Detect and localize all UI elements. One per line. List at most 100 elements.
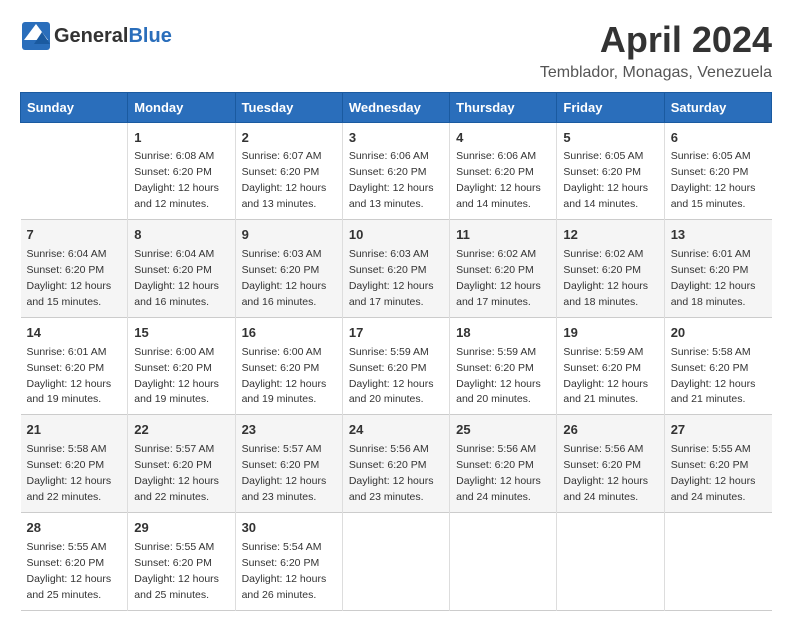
day-cell: 28 Sunrise: 5:55 AM Sunset: 6:20 PM Dayli…: [21, 512, 128, 610]
day-detail: Sunrise: 6:06 AM Sunset: 6:20 PM Dayligh…: [456, 150, 541, 210]
day-cell: 11Sunrise: 6:02 AM Sunset: 6:20 PM Dayli…: [450, 220, 557, 318]
day-number: 28: [27, 519, 122, 538]
column-header-wednesday: Wednesday: [342, 92, 449, 122]
day-number: 5: [563, 129, 657, 148]
day-detail: Sunrise: 6:01 AM Sunset: 6:20 PM Dayligh…: [671, 248, 756, 308]
day-cell: 4Sunrise: 6:06 AM Sunset: 6:20 PM Daylig…: [450, 122, 557, 220]
day-detail: Sunrise: 5:59 AM Sunset: 6:20 PM Dayligh…: [563, 346, 648, 406]
day-cell: 25 Sunrise: 5:56 AM Sunset: 6:20 PM Dayli…: [450, 415, 557, 513]
day-cell: 22 Sunrise: 5:57 AM Sunset: 6:20 PM Dayli…: [128, 415, 235, 513]
day-detail: Sunrise: 5:59 AM Sunset: 6:20 PM Dayligh…: [349, 346, 434, 406]
day-cell: 8 Sunrise: 6:04 AM Sunset: 6:20 PM Daylig…: [128, 220, 235, 318]
day-cell: 9 Sunrise: 6:03 AM Sunset: 6:20 PM Daylig…: [235, 220, 342, 318]
column-header-monday: Monday: [128, 92, 235, 122]
day-number: 10: [349, 226, 443, 245]
day-cell: 7 Sunrise: 6:04 AM Sunset: 6:20 PM Daylig…: [21, 220, 128, 318]
day-cell: 6 Sunrise: 6:05 AM Sunset: 6:20 PM Daylig…: [664, 122, 771, 220]
day-cell: 16 Sunrise: 6:00 AM Sunset: 6:20 PM Dayli…: [235, 317, 342, 415]
day-detail: Sunrise: 5:55 AM Sunset: 6:20 PM Dayligh…: [27, 541, 112, 601]
day-detail: Sunrise: 6:01 AM Sunset: 6:20 PM Dayligh…: [27, 346, 112, 406]
day-number: 24: [349, 421, 443, 440]
column-header-tuesday: Tuesday: [235, 92, 342, 122]
day-cell: 12Sunrise: 6:02 AM Sunset: 6:20 PM Dayli…: [557, 220, 664, 318]
column-header-sunday: Sunday: [21, 92, 128, 122]
day-detail: Sunrise: 6:02 AM Sunset: 6:20 PM Dayligh…: [563, 248, 648, 308]
day-detail: Sunrise: 6:05 AM Sunset: 6:20 PM Dayligh…: [671, 150, 756, 210]
day-detail: Sunrise: 5:59 AM Sunset: 6:20 PM Dayligh…: [456, 346, 541, 406]
logo-general: General: [54, 25, 128, 48]
day-cell: 15Sunrise: 6:00 AM Sunset: 6:20 PM Dayli…: [128, 317, 235, 415]
day-cell: [664, 512, 771, 610]
day-number: 16: [242, 324, 336, 343]
column-header-saturday: Saturday: [664, 92, 771, 122]
day-number: 23: [242, 421, 336, 440]
logo-icon: [20, 20, 52, 52]
day-detail: Sunrise: 5:54 AM Sunset: 6:20 PM Dayligh…: [242, 541, 327, 601]
day-number: 9: [242, 226, 336, 245]
day-number: 30: [242, 519, 336, 538]
day-detail: Sunrise: 6:04 AM Sunset: 6:20 PM Dayligh…: [134, 248, 219, 308]
page-header: General Blue April 2024 Temblador, Monag…: [20, 20, 772, 82]
day-detail: Sunrise: 6:03 AM Sunset: 6:20 PM Dayligh…: [349, 248, 434, 308]
day-number: 15: [134, 324, 228, 343]
day-number: 25: [456, 421, 550, 440]
location-subtitle: Temblador, Monagas, Venezuela: [540, 64, 772, 82]
day-detail: Sunrise: 5:56 AM Sunset: 6:20 PM Dayligh…: [456, 443, 541, 503]
day-cell: 27Sunrise: 5:55 AM Sunset: 6:20 PM Dayli…: [664, 415, 771, 513]
day-detail: Sunrise: 6:07 AM Sunset: 6:20 PM Dayligh…: [242, 150, 327, 210]
column-header-thursday: Thursday: [450, 92, 557, 122]
day-detail: Sunrise: 5:57 AM Sunset: 6:20 PM Dayligh…: [134, 443, 219, 503]
day-cell: 19 Sunrise: 5:59 AM Sunset: 6:20 PM Dayli…: [557, 317, 664, 415]
day-number: 19: [563, 324, 657, 343]
day-number: 8: [134, 226, 228, 245]
day-cell: [342, 512, 449, 610]
day-cell: 2 Sunrise: 6:07 AM Sunset: 6:20 PM Daylig…: [235, 122, 342, 220]
day-number: 3: [349, 129, 443, 148]
day-number: 22: [134, 421, 228, 440]
day-number: 2: [242, 129, 336, 148]
day-number: 7: [27, 226, 122, 245]
day-detail: Sunrise: 5:57 AM Sunset: 6:20 PM Dayligh…: [242, 443, 327, 503]
title-block: April 2024 Temblador, Monagas, Venezuela: [540, 20, 772, 82]
day-detail: Sunrise: 6:00 AM Sunset: 6:20 PM Dayligh…: [242, 346, 327, 406]
day-number: 21: [27, 421, 122, 440]
week-row-5: 28 Sunrise: 5:55 AM Sunset: 6:20 PM Dayli…: [21, 512, 772, 610]
day-number: 14: [27, 324, 122, 343]
day-cell: 17Sunrise: 5:59 AM Sunset: 6:20 PM Dayli…: [342, 317, 449, 415]
week-row-1: 1 Sunrise: 6:08 AM Sunset: 6:20 PM Daylig…: [21, 122, 772, 220]
day-cell: 5 Sunrise: 6:05 AM Sunset: 6:20 PM Daylig…: [557, 122, 664, 220]
logo: General Blue: [20, 20, 172, 52]
day-cell: [450, 512, 557, 610]
day-cell: 13 Sunrise: 6:01 AM Sunset: 6:20 PM Dayli…: [664, 220, 771, 318]
day-number: 20: [671, 324, 766, 343]
day-number: 18: [456, 324, 550, 343]
calendar-header-row: SundayMondayTuesdayWednesdayThursdayFrid…: [21, 92, 772, 122]
day-detail: Sunrise: 5:58 AM Sunset: 6:20 PM Dayligh…: [27, 443, 112, 503]
day-detail: Sunrise: 6:08 AM Sunset: 6:20 PM Dayligh…: [134, 150, 219, 210]
day-cell: [21, 122, 128, 220]
day-cell: 14 Sunrise: 6:01 AM Sunset: 6:20 PM Dayli…: [21, 317, 128, 415]
logo-blue: Blue: [128, 25, 171, 48]
day-detail: Sunrise: 5:55 AM Sunset: 6:20 PM Dayligh…: [134, 541, 219, 601]
day-number: 1: [134, 129, 228, 148]
day-cell: 1 Sunrise: 6:08 AM Sunset: 6:20 PM Daylig…: [128, 122, 235, 220]
day-number: 11: [456, 226, 550, 245]
day-detail: Sunrise: 5:56 AM Sunset: 6:20 PM Dayligh…: [349, 443, 434, 503]
day-cell: 21 Sunrise: 5:58 AM Sunset: 6:20 PM Dayli…: [21, 415, 128, 513]
day-detail: Sunrise: 6:03 AM Sunset: 6:20 PM Dayligh…: [242, 248, 327, 308]
day-cell: 10 Sunrise: 6:03 AM Sunset: 6:20 PM Dayli…: [342, 220, 449, 318]
day-detail: Sunrise: 5:58 AM Sunset: 6:20 PM Dayligh…: [671, 346, 756, 406]
day-cell: 30 Sunrise: 5:54 AM Sunset: 6:20 PM Dayli…: [235, 512, 342, 610]
day-detail: Sunrise: 6:05 AM Sunset: 6:20 PM Dayligh…: [563, 150, 648, 210]
week-row-3: 14 Sunrise: 6:01 AM Sunset: 6:20 PM Dayli…: [21, 317, 772, 415]
day-detail: Sunrise: 6:04 AM Sunset: 6:20 PM Dayligh…: [27, 248, 112, 308]
calendar-table: SundayMondayTuesdayWednesdayThursdayFrid…: [20, 92, 772, 611]
day-number: 26: [563, 421, 657, 440]
week-row-2: 7 Sunrise: 6:04 AM Sunset: 6:20 PM Daylig…: [21, 220, 772, 318]
day-cell: 24 Sunrise: 5:56 AM Sunset: 6:20 PM Dayli…: [342, 415, 449, 513]
day-detail: Sunrise: 6:06 AM Sunset: 6:20 PM Dayligh…: [349, 150, 434, 210]
column-header-friday: Friday: [557, 92, 664, 122]
day-number: 6: [671, 129, 766, 148]
day-number: 13: [671, 226, 766, 245]
day-cell: 20 Sunrise: 5:58 AM Sunset: 6:20 PM Dayli…: [664, 317, 771, 415]
